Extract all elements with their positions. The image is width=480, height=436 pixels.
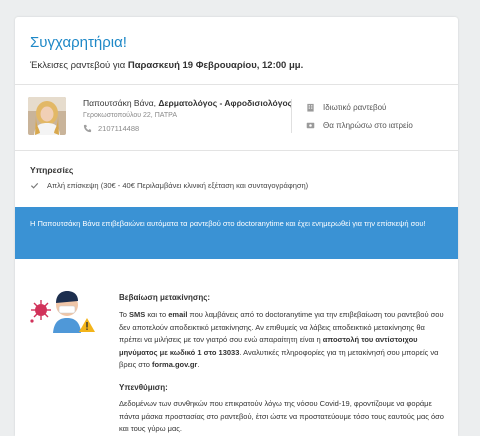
phone-icon <box>83 124 92 133</box>
text-part: και το <box>145 310 169 319</box>
booked-date: Παρασκευή 19 Φεβρουαρίου, 12:00 μμ. <box>127 60 304 71</box>
divider-vertical <box>291 99 292 133</box>
forma-link[interactable]: forma.gov.gr <box>152 360 197 369</box>
doctor-avatar <box>28 97 66 135</box>
page-title: Συγχαρητήρια! <box>30 34 127 51</box>
services-title: Υπηρεσίες <box>30 165 74 175</box>
payment-label: Θα πληρώσω στο ιατρείο <box>323 121 413 130</box>
divider <box>15 84 458 85</box>
reminder-text: Δεδομένων των συνθηκών που επικρατούν λό… <box>119 399 444 433</box>
appointment-type-label: Ιδιωτικό ραντεβού <box>323 103 387 112</box>
building-icon <box>307 103 314 112</box>
service-item: Απλή επίσκεψη (30€ - 40€ Περιλαμβάνει κλ… <box>30 181 308 190</box>
doctor-specialty: Δερματολόγος - Αφροδισιολόγος <box>158 98 293 108</box>
payment-icon <box>306 122 315 129</box>
check-icon <box>30 182 39 189</box>
booked-prefix: Έκλεισες ραντεβού για <box>30 60 128 71</box>
doctor-name-line: Παπουτσάκη Βάνα, Δερματολόγος - Αφροδισι… <box>83 98 292 108</box>
movement-confirmation-text: Το SMS και το email που λαμβάνεις από το… <box>119 309 445 372</box>
confirmation-card: Συγχαρητήρια! Έκλεισες ραντεβού για Παρα… <box>15 17 458 436</box>
booked-summary: Έκλεισες ραντεβού για Παρασκευή 19 Φεβρο… <box>30 60 303 71</box>
service-item-label: Απλή επίσκεψη (30€ - 40€ Περιλαμβάνει κλ… <box>47 181 309 190</box>
payment-method: Θα πληρώσω στο ιατρείο <box>306 121 413 130</box>
appointment-type: Ιδιωτικό ραντεβού <box>306 103 386 112</box>
email-emphasis: email <box>168 310 188 319</box>
reminder-title: Υπενθύμιση: <box>119 383 168 392</box>
divider <box>15 150 458 151</box>
warning-icon <box>79 318 95 332</box>
sms-emphasis: SMS <box>129 310 146 319</box>
text-part: Το <box>119 310 130 319</box>
text-part: . <box>197 360 200 369</box>
doctor-phone[interactable]: 2107114488 <box>98 124 139 133</box>
auto-confirm-banner: Η Παπουτσάκη Βάνα επιβεβαιώνει αυτόματα … <box>15 207 458 259</box>
virus-icon <box>30 300 51 323</box>
banner-text: Η Παπουτσάκη Βάνα επιβεβαιώνει αυτόματα … <box>30 219 426 228</box>
covid-illustration <box>29 285 99 333</box>
doctor-address: Γεροκωστοπούλου 22, ΠΑΤΡΑ <box>83 112 177 119</box>
doctor-phone-row[interactable]: 2107114488 <box>83 124 139 133</box>
movement-confirmation-title: Βεβαίωση μετακίνησης: <box>119 293 211 302</box>
doctor-name: Παπουτσάκη Βάνα, <box>83 98 159 108</box>
